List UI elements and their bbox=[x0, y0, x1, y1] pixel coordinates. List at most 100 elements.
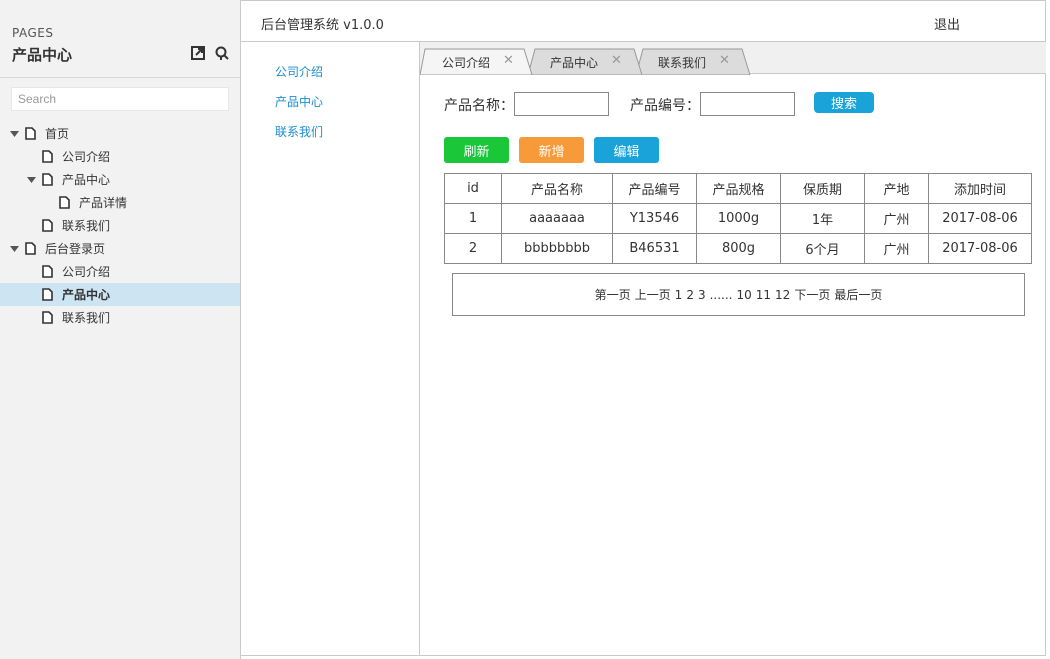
table-header-row: id 产品名称 产品编号 产品规格 保质期 产地 添加时间 bbox=[444, 173, 1032, 204]
app-title: 后台管理系统 v1.0.0 bbox=[261, 18, 384, 33]
pages-actions bbox=[190, 45, 230, 61]
product-code-label: 产品编号： bbox=[630, 98, 700, 114]
tree-item-label: 产品中心 bbox=[62, 288, 111, 302]
page-doc-icon bbox=[42, 311, 53, 324]
tree-item-label: 联系我们 bbox=[62, 219, 111, 233]
product-table: id 产品名称 产品编号 产品规格 保质期 产地 添加时间 1 aaaaaaa Y13546 10… bbox=[444, 173, 1032, 264]
open-external-icon[interactable] bbox=[190, 45, 206, 61]
caret-down-icon[interactable] bbox=[26, 175, 36, 185]
tree-item-label: 产品详情 bbox=[79, 196, 128, 210]
pager-prev-link[interactable]: 上一页 bbox=[635, 286, 671, 303]
product-code-input[interactable] bbox=[700, 92, 795, 116]
tab-company[interactable]: 公司介绍 bbox=[442, 54, 490, 71]
tree-item[interactable]: 联系我们 bbox=[0, 214, 240, 237]
pager-page-link[interactable]: 1 bbox=[675, 288, 683, 302]
tree-item[interactable]: 公司介绍 bbox=[0, 145, 240, 168]
pager-page-link[interactable]: 12 bbox=[775, 288, 790, 302]
table-cell: Y13546 bbox=[612, 203, 697, 234]
tab-contact-close-icon[interactable]: ✕ bbox=[719, 53, 730, 68]
nav-item-company[interactable]: 公司介绍 bbox=[275, 63, 323, 80]
page-doc-icon bbox=[42, 219, 53, 232]
side-nav: 公司介绍 产品中心 联系我们 bbox=[241, 42, 420, 656]
pages-panel: PAGES 产品中心 首页公司介绍产品中心产品详情联系我们后台登录页公司介绍产品… bbox=[0, 0, 241, 659]
table-cell: 2017-08-06 bbox=[928, 203, 1032, 234]
tree-item[interactable]: 联系我们 bbox=[0, 306, 240, 329]
tree-item-label: 公司介绍 bbox=[62, 150, 111, 164]
pager-page-link[interactable]: 10 bbox=[736, 288, 751, 302]
table-cell: 1年 bbox=[780, 203, 865, 234]
pager-ellipsis: ...... bbox=[709, 287, 733, 302]
product-name-label: 产品名称： bbox=[444, 98, 514, 114]
tab-products[interactable]: 产品中心 bbox=[550, 54, 598, 71]
pages-divider bbox=[0, 77, 240, 78]
page-doc-icon bbox=[59, 196, 70, 209]
table-header-cell: 产品编号 bbox=[612, 173, 697, 204]
table-header-cell: 产地 bbox=[864, 173, 929, 204]
tab-products-close-icon[interactable]: ✕ bbox=[611, 53, 622, 68]
tab-strip: 公司介绍 ✕ 产品中心 ✕ 联系我们 ✕ bbox=[420, 42, 1046, 75]
pager-page-link[interactable]: 2 bbox=[686, 288, 694, 302]
tree-item-label: 首页 bbox=[45, 127, 70, 141]
pager-page-link[interactable]: 11 bbox=[756, 288, 771, 302]
refresh-button[interactable]: 刷新 bbox=[444, 137, 509, 163]
tree-item[interactable]: 后台登录页 bbox=[0, 237, 240, 260]
pager-page-link[interactable]: 3 bbox=[698, 288, 706, 302]
logout-link[interactable]: 退出 bbox=[934, 14, 960, 33]
pager-first-link[interactable]: 第一页 bbox=[595, 286, 631, 303]
tree-item[interactable]: 首页 bbox=[0, 122, 240, 145]
page-doc-icon bbox=[25, 127, 36, 140]
nav-item-contact[interactable]: 联系我们 bbox=[275, 123, 323, 140]
tree-item[interactable]: 公司介绍 bbox=[0, 260, 240, 283]
current-page-title: 产品中心 bbox=[12, 46, 73, 64]
table-cell: 6个月 bbox=[780, 233, 865, 264]
pages-search-input[interactable] bbox=[11, 87, 229, 111]
table-header-cell: 产品规格 bbox=[696, 173, 781, 204]
search-button[interactable]: 搜索 bbox=[814, 92, 874, 113]
table-cell: 广州 bbox=[864, 233, 929, 264]
table-row[interactable]: 2 bbbbbbbb B46531 800g 6个月 广州 2017-08-06 bbox=[444, 233, 1032, 264]
tree-item-label: 公司介绍 bbox=[62, 265, 111, 279]
table-cell: 1000g bbox=[696, 203, 781, 234]
nav-item-products[interactable]: 产品中心 bbox=[275, 93, 323, 110]
top-header: 后台管理系统 v1.0.0 退出 bbox=[241, 0, 1046, 42]
table-cell: B46531 bbox=[612, 233, 697, 264]
product-name-input[interactable] bbox=[514, 92, 609, 116]
tree-item-label: 联系我们 bbox=[62, 311, 111, 325]
table-header-cell: 添加时间 bbox=[928, 173, 1032, 204]
tree-item-label: 产品中心 bbox=[62, 173, 111, 187]
tab-contact[interactable]: 联系我们 bbox=[658, 54, 706, 71]
locate-pin-icon[interactable] bbox=[214, 45, 230, 61]
add-button[interactable]: 新增 bbox=[519, 137, 584, 163]
caret-down-icon[interactable] bbox=[9, 244, 19, 254]
table-cell: 1 bbox=[444, 203, 502, 234]
table-cell: 2 bbox=[444, 233, 502, 264]
table-header-cell: 产品名称 bbox=[501, 173, 613, 204]
pager-last-link[interactable]: 最后一页 bbox=[834, 286, 882, 303]
tree-item[interactable]: 产品中心 bbox=[0, 283, 240, 306]
pages-tree: 首页 公司介绍 产品中心 产品详情 联系我们 后台登录页 公司介绍 产品中心 联系我们 bbox=[0, 122, 240, 329]
app-root: PAGES 产品中心 首页公司介绍产品中心产品详情联系我们后台登录页公司介绍产品… bbox=[0, 0, 1050, 659]
page-doc-icon bbox=[42, 150, 53, 163]
table-cell: 广州 bbox=[864, 203, 929, 234]
table-cell: bbbbbbbb bbox=[501, 233, 613, 264]
tree-item[interactable]: 产品中心 bbox=[0, 168, 240, 191]
table-cell: aaaaaaa bbox=[501, 203, 613, 234]
table-cell: 800g bbox=[696, 233, 781, 264]
tab-company-close-icon[interactable]: ✕ bbox=[503, 53, 514, 68]
page-doc-icon bbox=[42, 288, 53, 301]
page-doc-icon bbox=[42, 265, 53, 278]
edit-button[interactable]: 编辑 bbox=[594, 137, 659, 163]
pagination: 第一页 上一页 1 2 3 ...... 10 11 12 下一页 最后一页 bbox=[452, 273, 1025, 316]
table-header-cell: id bbox=[444, 173, 502, 204]
table-row[interactable]: 1 aaaaaaa Y13546 1000g 1年 广州 2017-08-06 bbox=[444, 203, 1032, 234]
main-content: 公司介绍 ✕ 产品中心 ✕ 联系我们 ✕ 产品名称： 产品编号： 搜索 刷新 新… bbox=[420, 42, 1046, 656]
table-header-cell: 保质期 bbox=[780, 173, 865, 204]
tree-item-label: 后台登录页 bbox=[45, 242, 106, 256]
page-doc-icon bbox=[25, 242, 36, 255]
table-cell: 2017-08-06 bbox=[928, 233, 1032, 264]
page-doc-icon bbox=[42, 173, 53, 186]
pager-next-link[interactable]: 下一页 bbox=[794, 286, 830, 303]
tree-item[interactable]: 产品详情 bbox=[0, 191, 240, 214]
caret-down-icon[interactable] bbox=[9, 129, 19, 139]
pages-heading: PAGES bbox=[12, 26, 54, 40]
